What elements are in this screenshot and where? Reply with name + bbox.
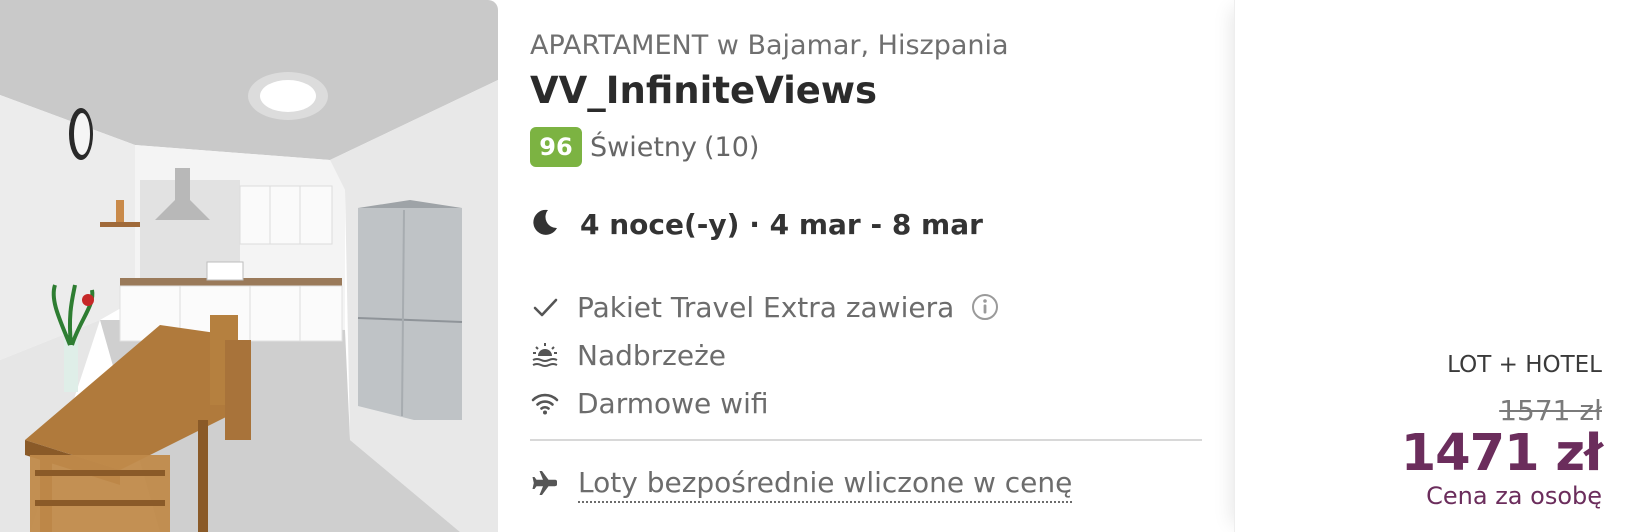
property-location: APARTAMENT w Bajamar, Hiszpania [530, 30, 1009, 61]
divider [530, 439, 1202, 441]
info-icon[interactable] [970, 292, 1000, 322]
property-name[interactable]: VV_InfiniteViews [530, 69, 877, 112]
wifi-icon [530, 388, 560, 418]
feature-label: Darmowe wifi [577, 386, 769, 420]
package-type: LOT + HOTEL [1447, 352, 1602, 378]
current-price[interactable]: 1471 zł [1401, 424, 1603, 483]
feature-label: Nadbrzeże [577, 338, 727, 372]
apartment-photo[interactable] [0, 0, 498, 532]
review-count: (10) [704, 131, 760, 163]
stay-dates: 4 noce(-y) · 4 mar - 8 mar [530, 207, 983, 241]
check-icon [530, 292, 560, 322]
moon-icon [530, 207, 560, 241]
waterfront-icon [530, 340, 560, 370]
rating-score-badge: 96 [530, 127, 582, 167]
flights-label[interactable]: Loty bezpośrednie wliczone w cenę [578, 466, 1073, 503]
feature-waterfront: Nadbrzeże [530, 331, 1000, 379]
listing-card[interactable]: APARTAMENT w Bajamar, Hiszpania VV_Infin… [0, 0, 1628, 532]
feature-label: Pakiet Travel Extra zawiera [577, 290, 955, 324]
price-per-person-label: Cena za osobę [1426, 482, 1602, 510]
stay-summary: 4 noce(-y) · 4 mar - 8 mar [580, 207, 983, 241]
plane-icon [530, 468, 560, 502]
feature-travel-extra: Pakiet Travel Extra zawiera [530, 283, 1000, 331]
original-price: 1571 zł [1499, 394, 1602, 427]
price-panel: LOT + HOTEL 1571 zł 1471 zł Cena za osob… [1234, 0, 1628, 532]
feature-list: Pakiet Travel Extra zawiera Nadbrzeże Da… [530, 283, 1000, 427]
listing-details: APARTAMENT w Bajamar, Hiszpania VV_Infin… [530, 0, 1202, 532]
flights-info[interactable]: Loty bezpośrednie wliczone w cenę [530, 466, 1073, 503]
feature-wifi: Darmowe wifi [530, 379, 1000, 427]
rating: 96 Świetny (10) [530, 127, 759, 167]
rating-label: Świetny [590, 131, 698, 163]
